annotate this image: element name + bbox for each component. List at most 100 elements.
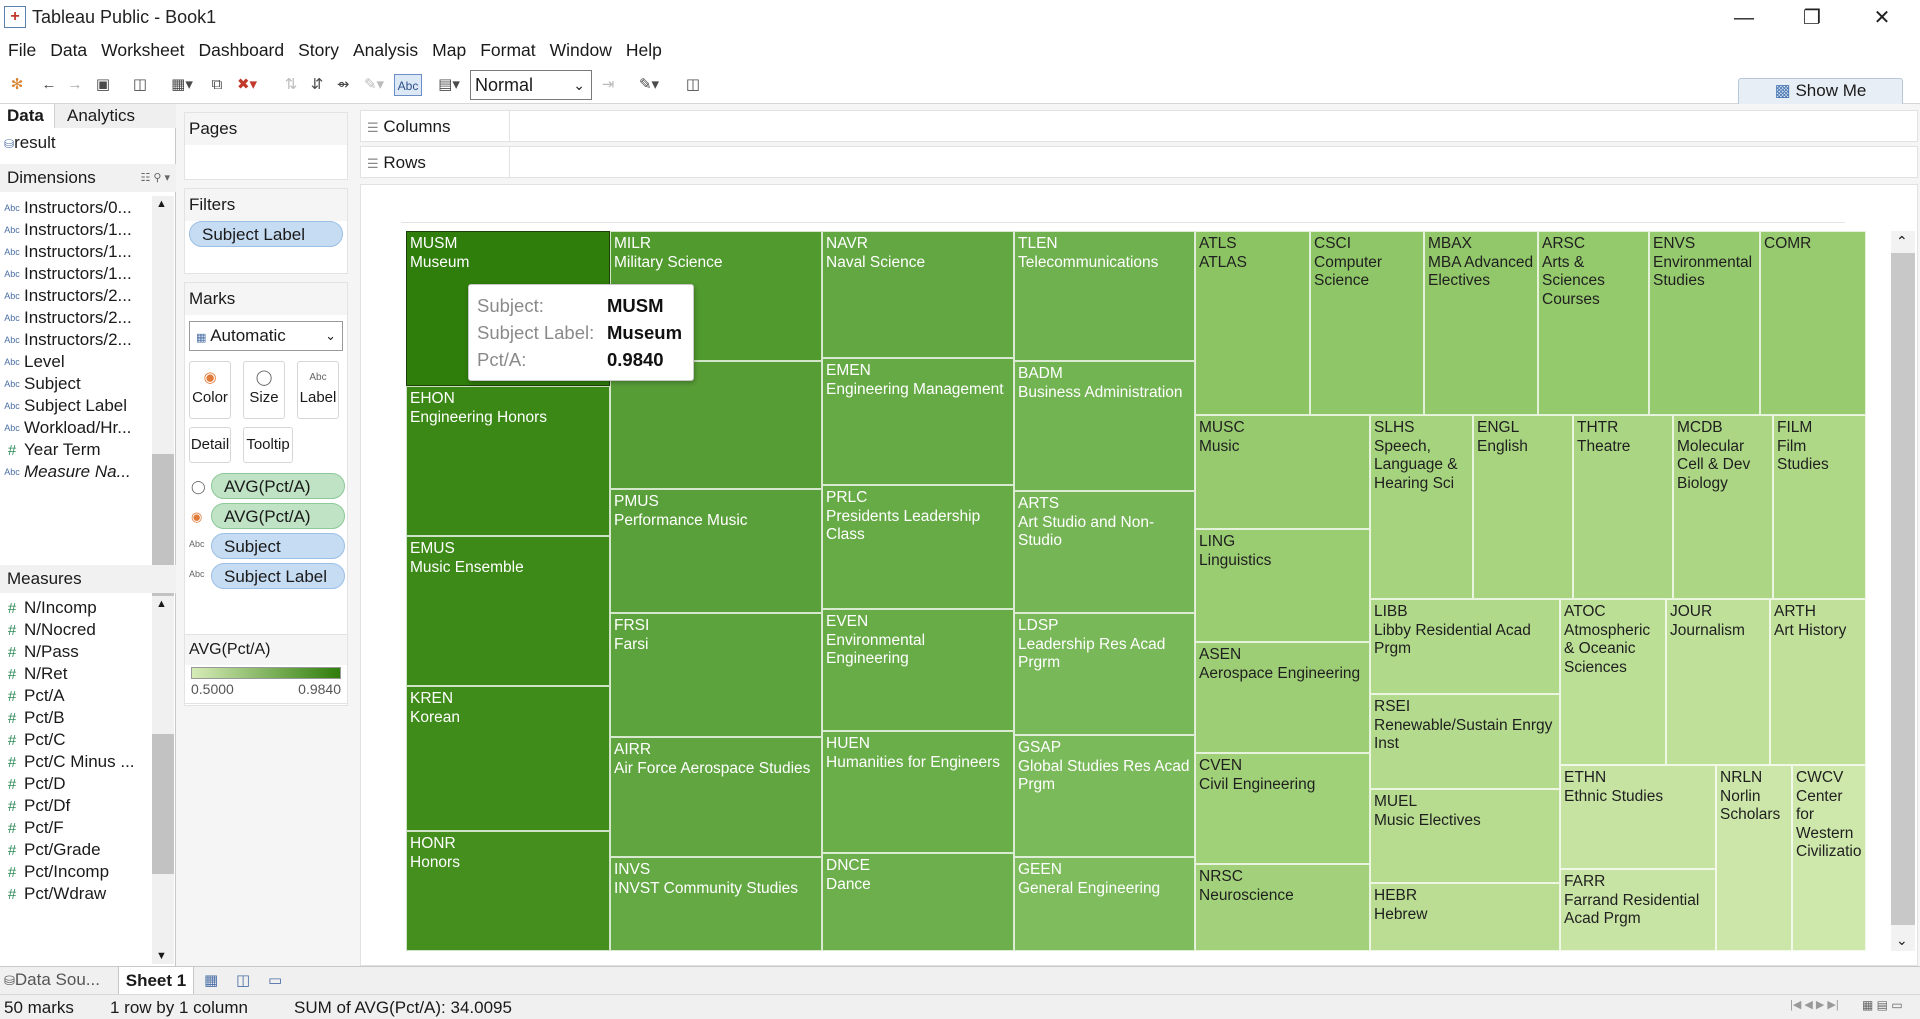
treemap-tile-invs[interactable]: INVS INVST Community Studies — [610, 857, 822, 951]
treemap-tile-engl[interactable]: ENGL English — [1473, 415, 1573, 599]
redo-icon[interactable]: → — [64, 74, 86, 96]
menu-map[interactable]: Map — [424, 36, 472, 61]
treemap-tile-rsei[interactable]: RSEI Renewable/Sustain Enrgy Inst — [1370, 694, 1560, 789]
treemap-tile-ling[interactable]: LING Linguistics — [1195, 529, 1370, 642]
treemap-tile-nrln[interactable]: NRLN Norlin Scholars — [1716, 765, 1792, 951]
pill-avg-pct-a-size[interactable]: AVG(Pct/A) — [211, 473, 345, 499]
treemap-tile-tlen[interactable]: TLEN Telecommunications — [1014, 231, 1195, 361]
treemap-tile-mbax[interactable]: MBAX MBA Advanced Electives — [1424, 231, 1538, 415]
treemap-tile-nrsc[interactable]: NRSC Neuroscience — [1195, 864, 1370, 951]
tooltip-button[interactable]: Tooltip — [243, 427, 293, 463]
size-button[interactable]: ◯ Size — [243, 361, 285, 419]
show-me-button[interactable]: ▩ Show Me — [1738, 78, 1903, 104]
treemap-tile-jour[interactable]: JOUR Journalism — [1666, 599, 1770, 765]
treemap-tile-navr[interactable]: NAVR Naval Science — [822, 231, 1014, 358]
scroll-up-icon[interactable]: ▲ — [156, 598, 167, 610]
highlight-icon[interactable]: ✎▾ — [358, 74, 390, 96]
detail-button[interactable]: Detail — [189, 427, 231, 463]
menu-worksheet[interactable]: Worksheet — [93, 36, 190, 61]
treemap-tile-airr[interactable]: AIRR Air Force Aerospace Studies — [610, 737, 822, 857]
fit-width-icon[interactable]: ▤▾ — [432, 74, 466, 96]
treemap-tile-libb[interactable]: LIBB Libby Residential Acad Prgm — [1370, 599, 1560, 694]
view-scrollbar[interactable]: ⌃ ⌄ — [1891, 231, 1915, 951]
menu-window[interactable]: Window — [542, 36, 618, 61]
columns-drop-area[interactable] — [509, 111, 1917, 141]
sheet-nav-icon[interactable]: |◀ ◀ ▶ ▶| — [1790, 998, 1839, 1011]
menu-format[interactable]: Format — [472, 36, 541, 61]
scroll-up-icon[interactable]: ▲ — [156, 198, 167, 210]
treemap-tile-arth[interactable]: ARTH Art History — [1770, 599, 1866, 765]
treemap-tile-pmus[interactable]: PMUS Performance Music — [610, 489, 822, 613]
treemap-tile-emus[interactable]: EMUS Music Ensemble — [406, 536, 610, 686]
treemap-tile-mcdb[interactable]: MCDB Molecular Cell & Dev Biology — [1673, 415, 1773, 599]
show-labels-icon[interactable]: Abc — [394, 74, 422, 96]
rows-drop-area[interactable] — [509, 147, 1917, 177]
treemap-tile-farr[interactable]: FARR Farrand Residential Acad Prgm — [1560, 869, 1716, 951]
treemap-tile-arsc[interactable]: ARSC Arts & Sciences Courses — [1538, 231, 1649, 415]
treemap-tile-cwcv[interactable]: CWCV Center for Western Civilizatio — [1792, 765, 1866, 951]
new-story-icon[interactable]: ▭ — [268, 971, 282, 989]
color-button[interactable]: ◉ Color — [189, 361, 231, 419]
search-icon[interactable]: ☷ ⚲ ▾ — [140, 164, 170, 192]
datasource-item[interactable]: ⛁result — [4, 130, 56, 156]
treemap-tile-prlc[interactable]: PRLC Presidents Leadership Class — [822, 485, 1014, 609]
treemap-tile-gsap[interactable]: GSAP Global Studies Res Acad Prgm — [1014, 735, 1195, 857]
treemap-tile-frsi[interactable]: FRSI Farsi — [610, 613, 822, 737]
new-worksheet-icon[interactable]: ▦ — [204, 971, 218, 989]
treemap-tile-geen[interactable]: GEEN General Engineering — [1014, 857, 1195, 951]
duplicate-sheet-icon[interactable]: ⧉ — [206, 74, 228, 96]
treemap-tile-ethn[interactable]: ETHN Ethnic Studies — [1560, 765, 1716, 869]
columns-shelf[interactable]: ☰ Columns — [360, 110, 1918, 142]
menu-analysis[interactable]: Analysis — [345, 36, 424, 61]
restore-icon[interactable]: ❐ — [1784, 2, 1840, 34]
close-icon[interactable]: ✕ — [1854, 2, 1910, 34]
view-scroll-thumb[interactable] — [1891, 253, 1915, 925]
scroll-down-icon[interactable]: ▼ — [156, 950, 167, 962]
measure-field[interactable]: # Pct/Wdraw — [0, 880, 152, 907]
treemap-tile-hebr[interactable]: HEBR Hebrew — [1370, 883, 1560, 951]
menu-story[interactable]: Story — [290, 36, 345, 61]
scroll-up-icon[interactable]: ⌃ — [1896, 233, 1908, 250]
clear-sheet-icon[interactable]: ✖▾ — [232, 74, 262, 96]
treemap-tile-huen[interactable]: HUEN Humanities for Engineers — [822, 731, 1014, 853]
datasource-tab[interactable]: ⛁Data Sou... — [4, 970, 100, 990]
tableau-gear-icon[interactable]: ✻ — [6, 74, 28, 96]
rows-shelf[interactable]: ☰ Rows — [360, 146, 1918, 178]
pill-subject[interactable]: Subject — [211, 533, 345, 559]
dimension-field[interactable]: Abc Measure Na... — [0, 458, 152, 485]
pill-avg-pct-a-color[interactable]: AVG(Pct/A) — [211, 503, 345, 529]
treemap-tile-cven[interactable]: CVEN Civil Engineering — [1195, 753, 1370, 864]
menu-dashboard[interactable]: Dashboard — [191, 36, 291, 61]
treemap-tile-emen[interactable]: EMEN Engineering Management — [822, 358, 1014, 485]
color-legend[interactable]: AVG(Pct/A) 0.5000 0.9840 — [184, 634, 348, 704]
minimize-icon[interactable]: — — [1716, 2, 1772, 34]
tab-data[interactable]: Data — [0, 104, 52, 128]
treemap-tile-ldsp[interactable]: LDSP Leadership Res Acad Prgrm — [1014, 613, 1195, 735]
sort-descending-icon[interactable]: ⇴ — [332, 74, 354, 96]
swap-icon[interactable]: ⇅ — [280, 74, 302, 96]
measures-scroll-thumb[interactable] — [152, 734, 174, 874]
treemap-tile-atls[interactable]: ATLS ATLAS — [1195, 231, 1310, 415]
treemap-tile-film[interactable]: FILM Film Studies — [1773, 415, 1866, 599]
treemap-tile-dnce[interactable]: DNCE Dance — [822, 853, 1014, 951]
sheet-tab-active[interactable]: Sheet 1 — [118, 967, 194, 995]
menu-help[interactable]: Help — [618, 36, 668, 61]
new-worksheet-icon[interactable]: ▦▾ — [166, 74, 198, 96]
treemap-tile-envs[interactable]: ENVS Environmental Studies — [1649, 231, 1760, 415]
menu-file[interactable]: File — [0, 36, 42, 61]
treemap-tile-thtr[interactable]: THTR Theatre — [1573, 415, 1673, 599]
treemap-tile-atoc[interactable]: ATOC Atmospheric & Oceanic Sciences — [1560, 599, 1666, 765]
treemap-tile-muel[interactable]: MUEL Music Electives — [1370, 789, 1560, 883]
treemap-tile-comr[interactable]: COMR — [1760, 231, 1866, 415]
presentation-icon[interactable]: ◫ — [682, 74, 704, 96]
undo-icon[interactable]: ← — [38, 74, 60, 96]
menu-data[interactable]: Data — [42, 36, 93, 61]
treemap-tile-asen[interactable]: ASEN Aerospace Engineering — [1195, 642, 1370, 753]
save-icon[interactable]: ▣ — [92, 74, 114, 96]
measures-scrollbar[interactable]: ▲ ▼ — [152, 596, 174, 964]
treemap-tile-musc[interactable]: MUSC Music — [1195, 415, 1370, 529]
treemap-tile-ehon[interactable]: EHON Engineering Honors — [406, 386, 610, 536]
format-pen-icon[interactable]: ✎▾ — [632, 74, 666, 96]
treemap-tile-kren[interactable]: KREN Korean — [406, 686, 610, 831]
tab-analytics[interactable]: Analytics — [54, 104, 176, 128]
